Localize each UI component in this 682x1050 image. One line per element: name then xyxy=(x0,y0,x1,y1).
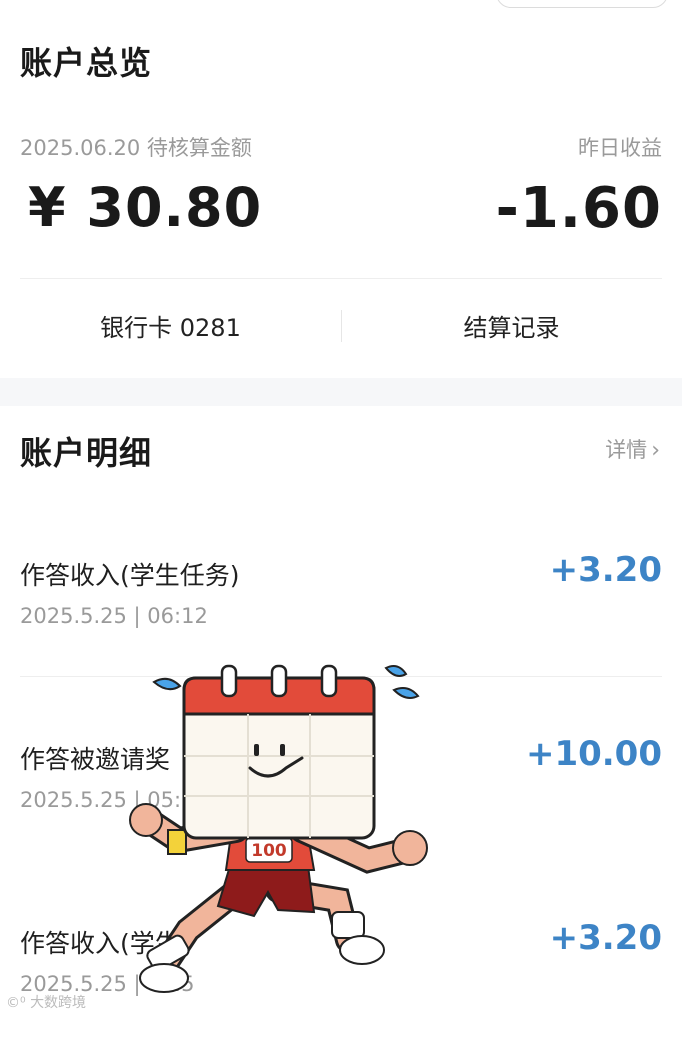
transaction-amount: +3.20 xyxy=(549,918,662,958)
pending-amount-value: ¥ 30.80 xyxy=(28,176,263,239)
transaction-title: 作答收入(学生任务) xyxy=(20,561,240,590)
overview-divider xyxy=(20,278,662,279)
pending-amount-label: 2025.06.20 待核算金额 xyxy=(20,136,252,160)
running-calendar-sticker-icon: 100 xyxy=(118,660,448,1000)
chevron-right-icon: › xyxy=(651,438,660,463)
details-more-link[interactable]: 详情 › xyxy=(605,434,660,464)
transaction-row[interactable]: 作答收入(学生任务) 2025.5.25 | 06:12 +3.20 xyxy=(0,520,682,680)
transaction-time: 2025.5.25 | 06:12 xyxy=(20,604,208,628)
section-gap xyxy=(0,378,682,406)
yesterday-earnings-label: 昨日收益 xyxy=(578,136,662,160)
details-more-label: 详情 xyxy=(605,438,648,462)
settlement-records-link[interactable]: 结算记录 xyxy=(341,308,682,343)
overview-link-row: 银行卡 0281 结算记录 xyxy=(0,300,682,352)
watermark: ©⁰ 大数跨境 xyxy=(6,995,87,1011)
top-pill xyxy=(496,0,668,8)
details-title: 账户明细 xyxy=(20,434,153,472)
yesterday-earnings-value: -1.60 xyxy=(495,176,662,241)
overview-title: 账户总览 xyxy=(20,44,153,82)
transaction-amount: +3.20 xyxy=(549,550,662,590)
bank-card-link[interactable]: 银行卡 0281 xyxy=(0,308,341,343)
transaction-amount: +10.00 xyxy=(525,734,662,774)
sticker-badge: 100 xyxy=(251,841,287,861)
